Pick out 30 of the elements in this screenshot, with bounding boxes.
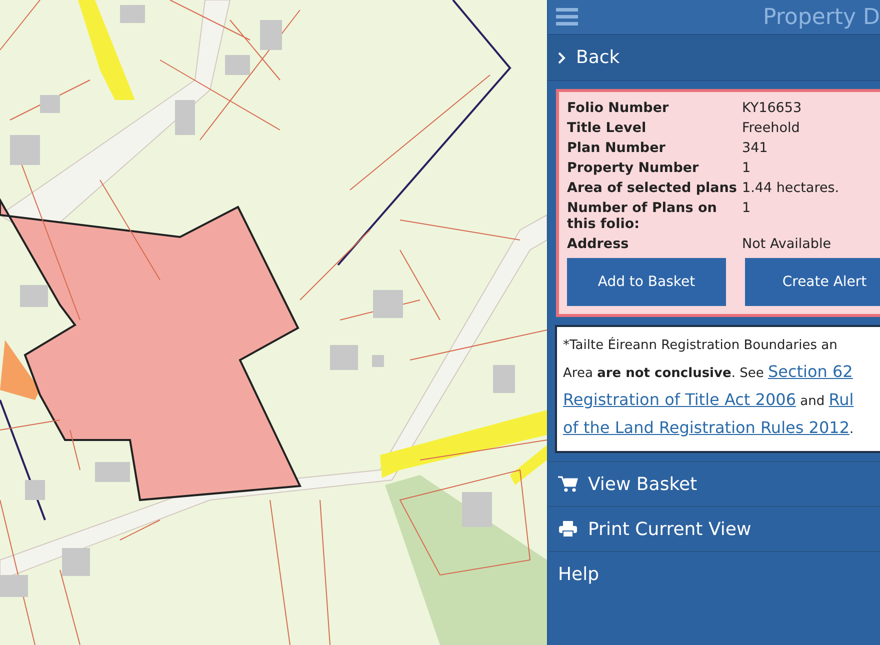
menu-icon[interactable] [556,8,578,26]
link[interactable]: Rul [828,390,854,409]
detail-value: 341 [742,140,769,156]
cart-icon [558,476,578,492]
detail-value: Freehold [742,120,801,136]
chevron-right-icon [558,52,566,64]
menu-item[interactable]: Print Current View [548,506,880,551]
detail-label: Title Level [567,120,648,136]
back-button[interactable]: Back [548,34,880,81]
disclaimer-text: *Tailte Éireann Registration Boundaries an Area are not conclusive. See Section 62 Registration of Title Act 2006 and Rul of the Land Registration Rules 2012. [555,325,880,453]
detail-value: 1 [742,160,752,176]
action-button[interactable]: Create Alert [745,258,880,306]
detail-label: Area of selected plans [567,180,738,196]
detail-label: Property Number [567,160,700,176]
detail-label: Address [567,236,630,252]
menu-item[interactable]: View Basket [548,461,880,506]
action-button[interactable]: Add to Basket [567,258,726,306]
menu-item[interactable]: Help [548,551,880,596]
detail-label: Number of Plans on this folio: [567,200,718,232]
detail-value: 1.44 hectares. [742,180,840,196]
panel-title: Property D [762,4,880,30]
link[interactable]: Registration of Title Act 2006 [563,390,796,409]
link[interactable]: of the Land Registration Rules 2012 [563,418,850,437]
detail-label: Folio Number [567,100,670,116]
detail-value: KY16653 [742,100,803,116]
detail-value: Not Available [742,236,832,252]
link[interactable]: Section 62 [768,362,853,381]
detail-label: Plan Number [567,140,666,156]
detail-value: 1 [742,200,752,218]
printer-icon [558,521,578,537]
